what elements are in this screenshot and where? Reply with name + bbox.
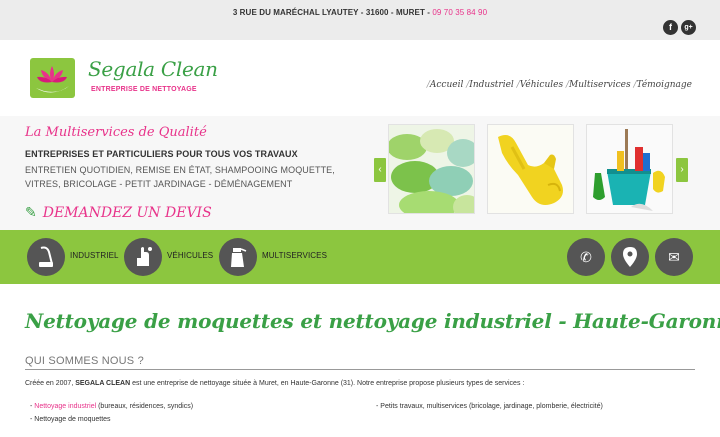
address-line: 3 RUE DU MARÉCHAL LYAUTEY - 31600 - MURE… — [0, 8, 720, 17]
service-link[interactable]: Nettoyage industriel — [34, 403, 96, 410]
list-item-text: Petits travaux, multiservices (bricolage… — [380, 403, 603, 410]
nav-item-multiservices[interactable]: Multiservices — [569, 80, 631, 90]
nav-item-temoignage[interactable]: Témoignage — [637, 80, 692, 90]
mail-icon[interactable]: ✉ — [655, 238, 693, 276]
services-list: - Petits travaux, multiservices (bricola… — [376, 400, 603, 413]
phone-number[interactable]: 09 70 35 84 90 — [432, 8, 487, 17]
top-bar: 3 RUE DU MARÉCHAL LYAUTEY - 31600 - MURE… — [0, 0, 720, 40]
list-item: - Nettoyage industriel (bureaux, résiden… — [30, 400, 193, 413]
carousel-image-gloves[interactable] — [487, 124, 574, 214]
logo-title[interactable]: Segala Clean — [88, 57, 218, 81]
spray-bottle-icon — [219, 238, 257, 276]
quote-request-label: DEMANDEZ UN DEVIS — [42, 205, 212, 221]
phone-icon[interactable]: ✆ — [567, 238, 605, 276]
address-text: 3 RUE DU MARÉCHAL LYAUTEY - 31600 - MURE… — [232, 8, 433, 17]
list-item: - Nettoyage de moquettes — [30, 413, 193, 426]
map-pin-icon[interactable] — [611, 238, 649, 276]
services-list: - Nettoyage industriel (bureaux, résiden… — [30, 400, 193, 426]
service-label: VÉHICULES — [167, 251, 214, 260]
section-divider — [25, 369, 695, 370]
hero-services-line: ENTRETIEN QUOTIDIEN, REMISE EN ÉTAT, SHA… — [25, 165, 335, 175]
logo-lotus-icon[interactable] — [30, 58, 75, 98]
hero-tagline: La Multiservices de Qualité — [25, 125, 207, 140]
hero-banner: La Multiservices de Qualité ENTREPRISES … — [0, 116, 720, 230]
intro-text: Créée en 2007, SEGALA CLEAN est une entr… — [25, 380, 524, 387]
header: Segala Clean ENTREPRISE DE NETTOYAGE /Ac… — [0, 40, 720, 116]
carousel-next-button[interactable]: › — [676, 158, 688, 182]
carousel-prev-button[interactable]: ‹ — [374, 158, 386, 182]
nav-item-accueil[interactable]: Accueil — [430, 80, 463, 90]
hero-pitch: ENTREPRISES ET PARTICULIERS POUR TOUS VO… — [25, 149, 298, 159]
list-item: - Petits travaux, multiservices (bricola… — [376, 400, 603, 413]
vacuum-icon — [27, 238, 65, 276]
hero-services-line: VITRES, BRICOLAGE - PETIT JARDINAGE - DÉ… — [25, 178, 293, 189]
page-title: Nettoyage de moquettes et nettoyage indu… — [25, 309, 720, 333]
facebook-icon[interactable]: f — [663, 20, 678, 35]
hero-services: ENTRETIEN QUOTIDIEN, REMISE EN ÉTAT, SHA… — [25, 164, 375, 191]
service-label: MULTISERVICES — [262, 251, 328, 260]
intro-rest: est une entreprise de nettoyage située à… — [130, 380, 525, 387]
service-bar: INDUSTRIEL VÉHICULES MULTISERVICES ✆ ✉ — [0, 230, 720, 284]
service-label: INDUSTRIEL — [70, 251, 119, 260]
quote-request-link[interactable]: ✎ DEMANDEZ UN DEVIS — [25, 205, 212, 221]
list-item-text: Nettoyage de moquettes — [34, 416, 111, 423]
intro-prefix: Créée en 2007, — [25, 380, 76, 387]
list-item-text: (bureaux, résidences, syndics) — [96, 403, 194, 410]
pencil-icon: ✎ — [25, 205, 37, 221]
nav-item-vehicules[interactable]: Véhicules — [520, 80, 563, 90]
intro-brand: SEGALA CLEAN — [75, 380, 131, 387]
nav-item-industriel[interactable]: Industriel — [469, 80, 514, 90]
hand-wash-icon — [124, 238, 162, 276]
carousel-image-cleaning-bucket[interactable] — [586, 124, 673, 214]
carousel-image-cloths[interactable] — [388, 124, 475, 214]
section-title: QUI SOMMES NOUS ? — [25, 355, 144, 367]
logo-subtitle: ENTREPRISE DE NETTOYAGE — [91, 86, 197, 93]
google-plus-icon[interactable]: g+ — [681, 20, 696, 35]
main-nav: /Accueil /Industriel /Véhicules /Multise… — [427, 80, 692, 90]
